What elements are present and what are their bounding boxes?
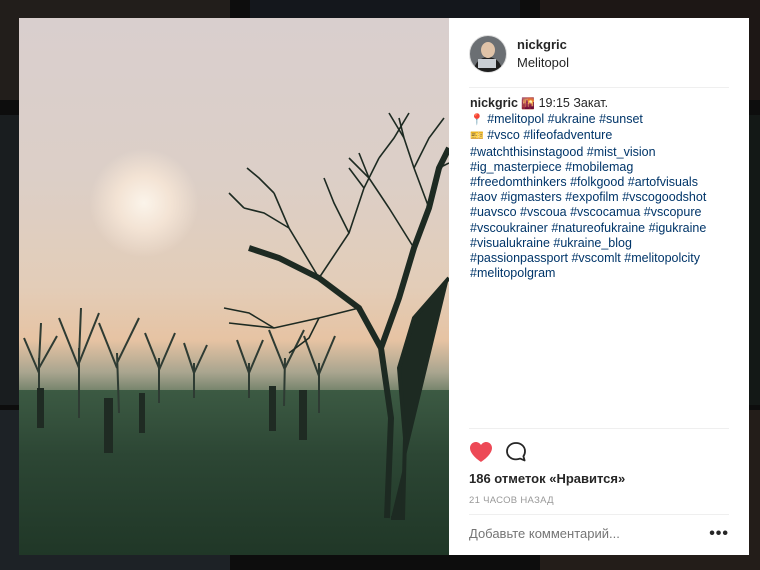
- hashtag-link[interactable]: #vscopure: [644, 205, 702, 219]
- caption-line: #uavsco #vscoua #vscocamua #vscopure: [470, 205, 731, 220]
- pin-emoji-icon: 📍: [470, 114, 484, 127]
- sunset-emoji-icon: 🌇: [521, 98, 536, 110]
- hashtag-link[interactable]: #passionpassport: [470, 251, 568, 265]
- caption-text: 19:15 Закат.: [535, 96, 609, 110]
- caption-first-line: nickgric 🌇 19:15 Закат.: [470, 96, 731, 112]
- hashtag-link[interactable]: #mobilemag: [565, 160, 633, 174]
- hashtag-link[interactable]: #freedomthinkers: [470, 175, 567, 189]
- comment-input[interactable]: [469, 526, 699, 541]
- caption-line: #aov #igmasters #expofilm #vscogoodshot: [470, 190, 731, 205]
- post-photo[interactable]: [19, 18, 449, 555]
- caption-line: #visualukraine #ukraine_blog: [470, 236, 731, 251]
- hashtag-link[interactable]: #vscomlt: [571, 251, 620, 265]
- header-names: nickgric Melitopol: [517, 37, 569, 70]
- post-header: nickgric Melitopol: [469, 35, 729, 88]
- orchard-trees-silhouette: [23, 112, 449, 520]
- hashtag-link[interactable]: #vsco: [487, 128, 520, 142]
- hashtag-link[interactable]: #ukraine: [548, 112, 596, 126]
- hashtag-link[interactable]: #expofilm: [565, 190, 619, 204]
- avatar-face: [481, 42, 495, 58]
- comment-box: •••: [469, 514, 729, 541]
- hashtag-link[interactable]: #melitopolcity: [624, 251, 700, 265]
- caption-line: 🎫 #vsco #lifeofadventure: [470, 128, 731, 144]
- hashtag-link[interactable]: #ukraine_blog: [553, 236, 632, 250]
- ticket-emoji-icon: 🎫: [470, 130, 484, 143]
- caption-username[interactable]: nickgric: [470, 96, 518, 110]
- caption-line: #vscoukrainer #natureofukraine #igukrain…: [470, 221, 731, 236]
- caption-line: #ig_masterpiece #mobilemag: [470, 160, 731, 175]
- caption-line: #watchthisinstagood #mist_vision: [470, 145, 731, 160]
- caption-line: #melitopolgram: [470, 266, 731, 281]
- hashtag-link[interactable]: #folkgood: [570, 175, 624, 189]
- post-caption: nickgric 🌇 19:15 Закат. 📍 #melitopol #uk…: [470, 96, 731, 281]
- caption-line: 📍 #melitopol #ukraine #sunset: [470, 112, 731, 128]
- avatar-laptop: [478, 59, 496, 68]
- hashtag-link[interactable]: #melitopolgram: [470, 266, 555, 280]
- like-count[interactable]: 186 отметок «Нравится»: [469, 471, 729, 486]
- more-options-icon[interactable]: •••: [709, 525, 729, 541]
- hashtag-link[interactable]: #uavsco: [470, 205, 517, 219]
- hashtag-link[interactable]: #melitopol: [487, 112, 544, 126]
- hashtag-link[interactable]: #lifeofadventure: [523, 128, 612, 142]
- username-link[interactable]: nickgric: [517, 37, 569, 52]
- post-timestamp: 21 ЧАСОВ НАЗАД: [469, 495, 554, 506]
- hashtag-link[interactable]: #vscocamua: [570, 205, 640, 219]
- heart-icon[interactable]: [469, 441, 493, 463]
- hashtag-link[interactable]: #sunset: [599, 112, 643, 126]
- hashtag-link[interactable]: #natureofukraine: [551, 221, 645, 235]
- hashtag-link[interactable]: #watchthisinstagood: [470, 145, 583, 159]
- post-details-panel: nickgric Melitopol nickgric 🌇 19:15 Зака…: [449, 18, 749, 555]
- hashtag-link[interactable]: #igukraine: [649, 221, 707, 235]
- caption-line: #passionpassport #vscomlt #melitopolcity: [470, 251, 731, 266]
- post-actions: 186 отметок «Нравится» 21 ЧАСОВ НАЗАД: [469, 428, 729, 506]
- location-link[interactable]: Melitopol: [517, 55, 569, 70]
- hashtag-link[interactable]: #mist_vision: [587, 145, 656, 159]
- hashtag-link[interactable]: #vscoua: [520, 205, 567, 219]
- hashtag-link[interactable]: #aov: [470, 190, 497, 204]
- action-icons: [469, 429, 729, 465]
- hashtag-list: 📍 #melitopol #ukraine #sunset 🎫 #vsco #li…: [470, 112, 731, 281]
- post-modal: nickgric Melitopol nickgric 🌇 19:15 Зака…: [19, 18, 749, 555]
- hashtag-link[interactable]: #vscogoodshot: [622, 190, 706, 204]
- hashtag-link[interactable]: #igmasters: [501, 190, 562, 204]
- avatar[interactable]: [469, 35, 507, 73]
- hashtag-link[interactable]: #visualukraine: [470, 236, 550, 250]
- hashtag-link[interactable]: #vscoukrainer: [470, 221, 548, 235]
- hashtag-link[interactable]: #artofvisuals: [628, 175, 698, 189]
- hashtag-link[interactable]: #ig_masterpiece: [470, 160, 562, 174]
- caption-line: #freedomthinkers #folkgood #artofvisuals: [470, 175, 731, 190]
- comment-icon[interactable]: [505, 441, 527, 463]
